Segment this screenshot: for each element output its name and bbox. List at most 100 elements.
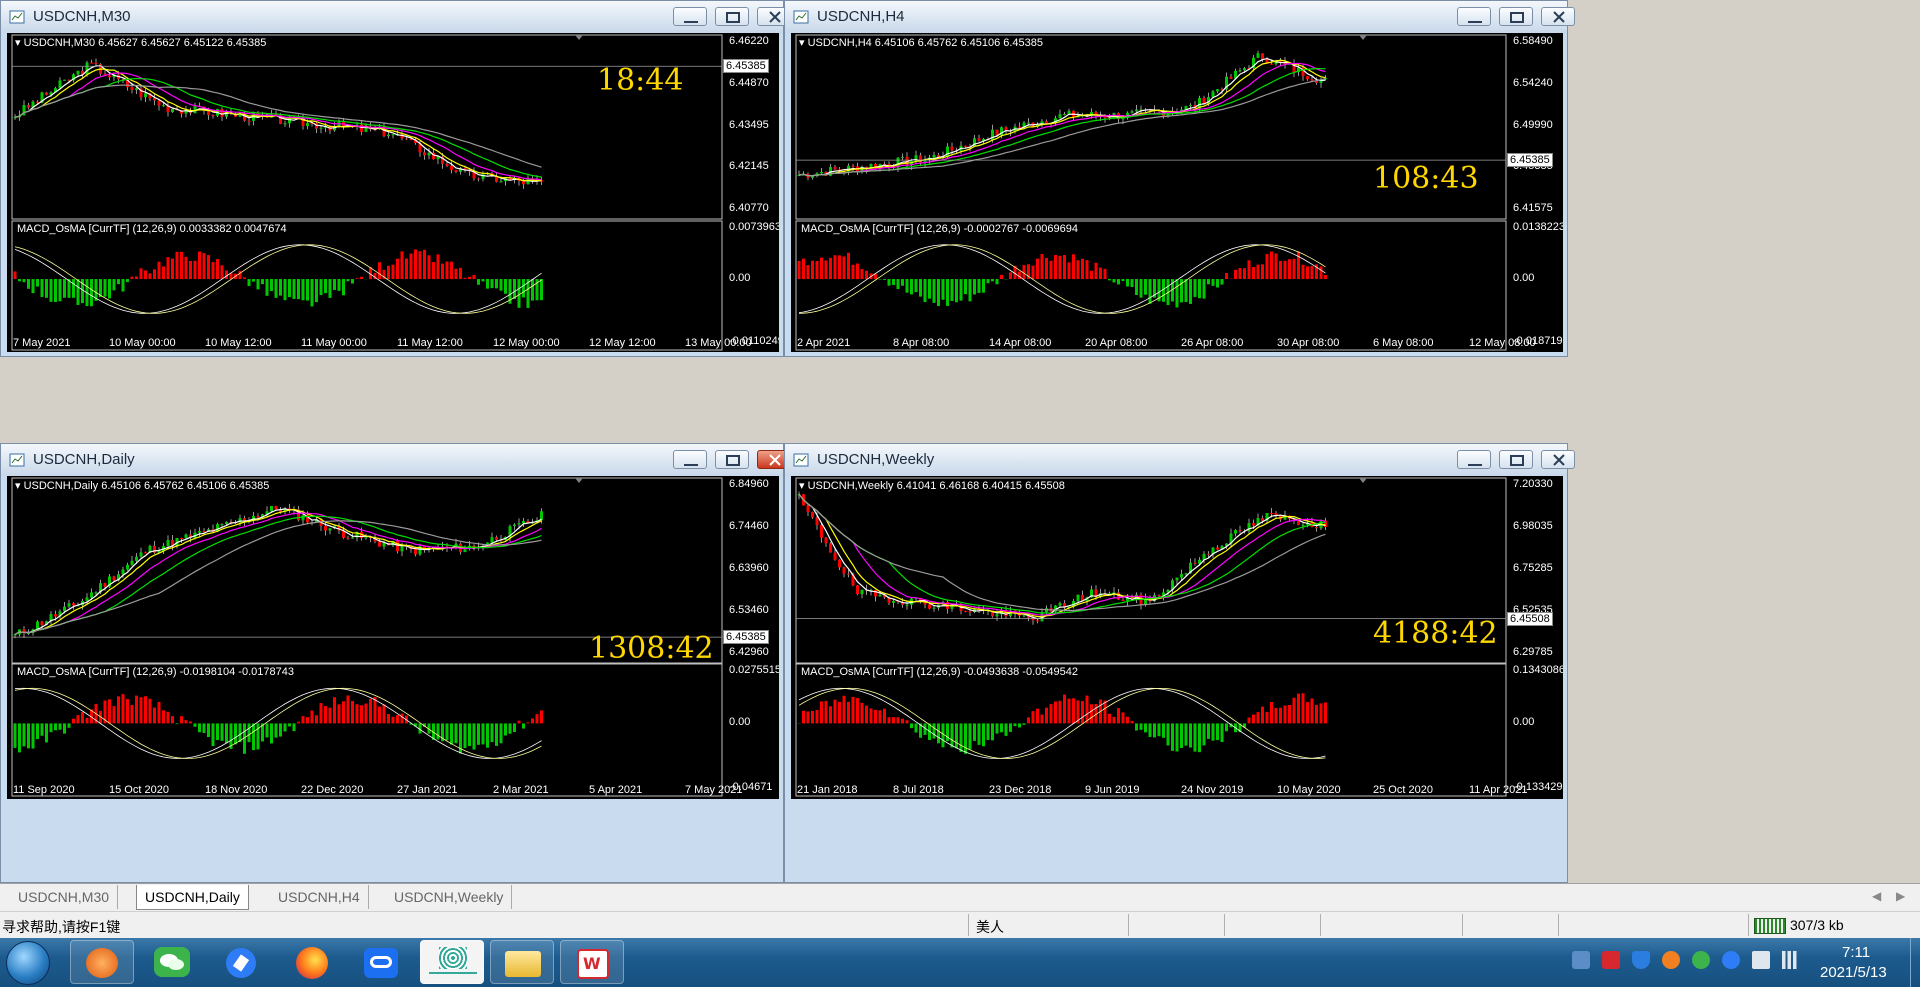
window-title-bar[interactable]: USDCNH,H4 — [785, 1, 1575, 33]
macd-histogram-bar — [247, 723, 251, 743]
maximize-button[interactable] — [715, 7, 749, 26]
macd-histogram-bar — [977, 279, 981, 293]
tab-usdcnh-m30[interactable]: USDCNH,M30 — [10, 885, 119, 909]
macd-histogram-bar — [162, 266, 165, 280]
minimize-button[interactable] — [673, 450, 707, 469]
macd-histogram-bar — [1121, 279, 1125, 282]
macd-histogram-bar — [1252, 267, 1255, 280]
chart-area[interactable]: ▾ USDCNH,Weekly 6.41041 6.46168 6.40415 … — [791, 476, 1563, 799]
macd-histogram-bar — [13, 271, 17, 280]
macd-histogram-bar — [1243, 268, 1246, 280]
taskbar-app-orange[interactable] — [70, 940, 134, 984]
macd-histogram-bar — [829, 706, 832, 724]
candle — [1058, 109, 1062, 119]
taskbar-firefox[interactable] — [280, 940, 344, 984]
tray-usb-icon[interactable] — [1572, 951, 1590, 969]
macd-signal-line — [14, 687, 542, 759]
tab-usdcnh-h4[interactable]: USDCNH,H4 — [270, 885, 369, 909]
close-button[interactable] — [1541, 7, 1575, 26]
macd-histogram-bar — [54, 279, 57, 302]
tray-network-icon[interactable] — [1782, 951, 1800, 969]
maximize-button[interactable] — [1499, 450, 1533, 469]
macd-histogram-bar — [1247, 260, 1251, 280]
macd-histogram-bar — [63, 279, 66, 298]
chart-window-weekly[interactable]: USDCNH,Weekly ▾ USDCNH,Weekly 6.41041 6.4… — [784, 443, 1575, 883]
start-orb-icon[interactable] — [6, 941, 50, 985]
current-price-label: 6.45385 — [723, 59, 769, 74]
taskbar-folder[interactable] — [490, 940, 554, 984]
moving-average-line — [798, 59, 1326, 177]
macd-histogram-bar — [1220, 279, 1224, 285]
macd-histogram-bar — [901, 718, 904, 724]
chart-window-h4[interactable]: USDCNH,H4 ▾ USDCNH,H4 6.45106 6.45762 6.4… — [784, 0, 1575, 357]
candle — [1229, 73, 1233, 79]
macd-histogram-bar — [72, 279, 75, 298]
close-button[interactable] — [1541, 450, 1575, 469]
chart-window-m30[interactable]: USDCNH,M30 ▾ USDCNH,M30 6.45627 6.45627 6… — [0, 0, 791, 357]
macd-histogram-bar — [108, 279, 111, 299]
window-title-bar[interactable]: USDCNH,Weekly — [785, 444, 1575, 476]
macd-histogram-bar — [1040, 714, 1044, 724]
chart-area[interactable]: ▾ USDCNH,H4 6.45106 6.45762 6.45106 6.45… — [791, 33, 1563, 352]
tab-scroll-left-icon[interactable]: ◀ — [1872, 889, 1881, 903]
macd-histogram-bar — [387, 265, 390, 280]
tray-app-icon[interactable] — [1662, 951, 1680, 969]
macd-histogram-bar — [126, 279, 129, 283]
price-axis-tick: 6.42145 — [729, 160, 769, 173]
macd-histogram-bar — [328, 707, 332, 724]
minimize-button[interactable] — [1457, 450, 1491, 469]
macd-histogram-bar — [1274, 253, 1278, 280]
macd-histogram-bar — [360, 705, 363, 724]
macd-axis-tick: 0.00 — [729, 716, 751, 729]
chart-window-daily[interactable]: USDCNH,Daily ▾ USDCNH,Daily 6.45106 6.457… — [0, 443, 791, 883]
maximize-button[interactable] — [715, 450, 749, 469]
time-axis-tick: 23 Dec 2018 — [989, 784, 1052, 796]
status-help-text: 寻求帮助,请按F1键 — [2, 919, 121, 935]
maximize-button[interactable] — [1499, 7, 1533, 26]
window-title-bar[interactable]: USDCNH,M30 — [1, 1, 791, 33]
chart-area[interactable]: ▾ USDCNH,Daily 6.45106 6.45762 6.45106 6… — [7, 476, 779, 799]
clock-date[interactable]: 2021/5/13 — [1820, 964, 1887, 981]
macd-histogram-bar — [1256, 712, 1260, 724]
macd-histogram-bar — [144, 270, 147, 280]
time-axis-tick: 11 Apr 2021 — [1469, 784, 1528, 796]
taskbar-wps[interactable]: W — [560, 940, 624, 984]
macd-histogram-bar — [184, 256, 188, 280]
macd-histogram-bar — [76, 279, 80, 305]
tray-wechat-icon[interactable] — [1692, 951, 1710, 969]
clock-time[interactable]: 7:11 — [1842, 944, 1870, 961]
candle — [247, 118, 251, 126]
candle — [94, 58, 98, 67]
tab-usdcnh-daily[interactable]: USDCNH,Daily — [136, 885, 249, 910]
candle — [829, 541, 832, 553]
candle — [270, 505, 273, 512]
taskbar-app-logo[interactable] — [420, 940, 484, 984]
macd-histogram-bar — [333, 279, 336, 291]
chart-window-icon — [9, 452, 25, 468]
taskbar-feishu[interactable] — [210, 940, 274, 984]
macd-histogram-bar — [508, 723, 512, 734]
show-desktop-button[interactable] — [1910, 938, 1920, 987]
tray-shield-icon[interactable] — [1632, 951, 1650, 969]
candle — [838, 559, 841, 571]
minimize-button[interactable] — [1457, 7, 1491, 26]
tab-usdcnh-weekly[interactable]: USDCNH,Weekly — [386, 885, 513, 909]
chart-area[interactable]: ▾ USDCNH,M30 6.45627 6.45627 6.45122 6.4… — [7, 33, 779, 352]
candle — [1162, 588, 1165, 601]
macd-histogram-bar — [865, 705, 868, 724]
macd-histogram-bar — [193, 260, 197, 280]
macd-histogram-bar — [1126, 716, 1129, 724]
time-axis-tick: 9 Jun 2019 — [1085, 784, 1140, 796]
tray-wps-icon[interactable] — [1602, 951, 1620, 969]
macd-histogram-bar — [1085, 695, 1089, 724]
taskbar-wechat[interactable] — [140, 940, 204, 984]
tray-feishu-icon[interactable] — [1722, 951, 1740, 969]
tab-scroll-right-icon[interactable]: ▶ — [1896, 889, 1905, 903]
window-title-bar[interactable]: USDCNH,Daily — [1, 444, 791, 476]
tray-volume-muted-icon[interactable] — [1752, 951, 1770, 969]
taskbar-tencent-meeting[interactable] — [350, 940, 414, 984]
candle — [1067, 108, 1071, 115]
candle — [860, 165, 864, 174]
candle-countdown-clock: 18:44 — [597, 63, 684, 98]
minimize-button[interactable] — [673, 7, 707, 26]
